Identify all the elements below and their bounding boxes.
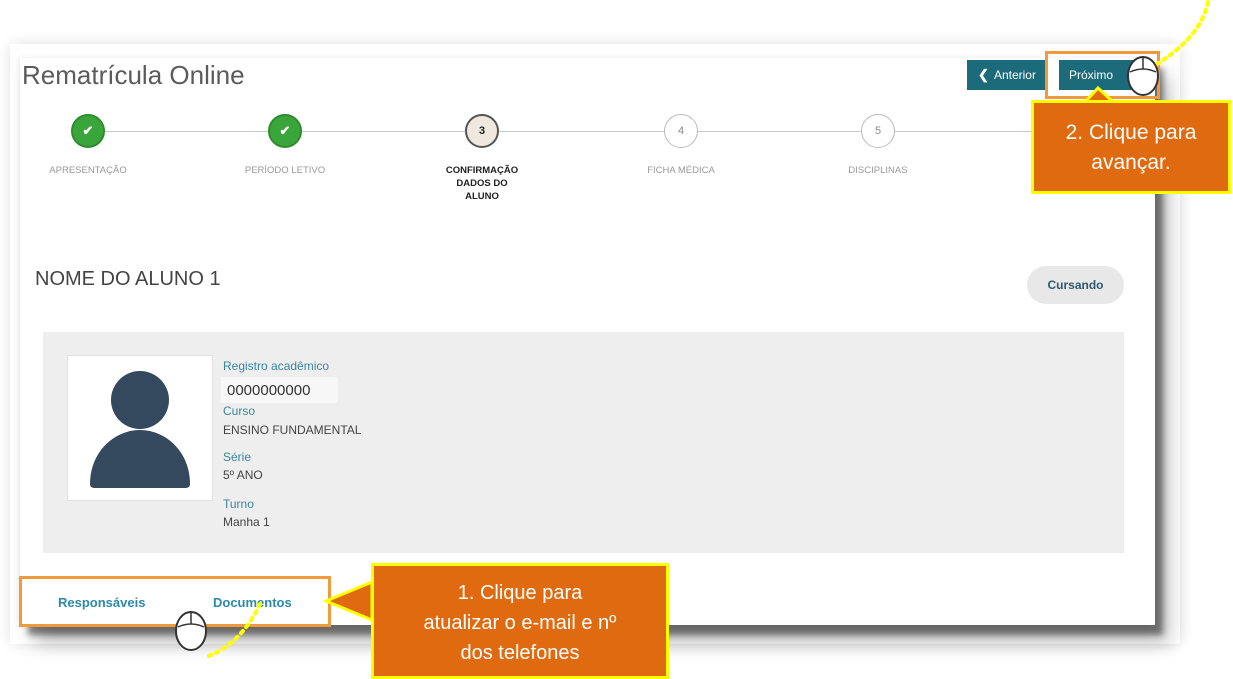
step-label-confirmacao: CONFIRMAÇÃO DADOS DO ALUNO	[445, 165, 519, 202]
grade-value: 5º ANO	[223, 468, 263, 482]
step-number: 4	[677, 125, 685, 137]
step-label-ficha-medica: FICHA MÉDICA	[647, 165, 715, 176]
next-button-label: Próximo	[1069, 68, 1114, 82]
step-1-done[interactable]: ✔	[71, 114, 105, 148]
shift-value: Manha 1	[223, 515, 270, 529]
callout-1-line-2: atualizar o e-mail e nº	[423, 612, 617, 634]
stepper-line	[105, 131, 268, 132]
step-label-disciplinas: DISCIPLINAS	[848, 165, 908, 176]
step-2-done[interactable]: ✔	[268, 114, 302, 148]
grade-label: Série	[223, 450, 252, 464]
callout-2-line-2: avançar.	[1091, 151, 1171, 174]
callout-1-pointer	[324, 580, 374, 623]
app-title: Rematrícula Online	[22, 60, 245, 90]
callout-1-line-3: dos telefones	[460, 642, 580, 664]
callout-2-line-1: 2. Clique para	[1065, 121, 1197, 144]
callout-update-contacts: 1. Clique para atualizar o e-mail e nº d…	[371, 563, 669, 679]
step-label-apresentacao: APRESENTAÇÃO	[49, 165, 127, 176]
mouse-icon	[1127, 56, 1159, 96]
stepper-line	[698, 131, 861, 132]
previous-button-label: Anterior	[993, 68, 1036, 82]
dotted-trail-decoration	[207, 602, 262, 658]
step-label-periodo-letivo: PERÍODO LETIVO	[244, 165, 326, 176]
stepper-line	[499, 131, 664, 132]
course-label: Curso	[223, 404, 256, 418]
shift-label: Turno	[223, 497, 254, 511]
callout-advance: 2. Clique para avançar.	[1031, 100, 1231, 194]
previous-button[interactable]: ❮ Anterior	[967, 60, 1047, 90]
callout-1-line-1: 1. Clique para	[457, 582, 583, 604]
chevron-left-icon: ❮	[978, 67, 989, 82]
step-5-pending[interactable]: 5	[861, 114, 895, 148]
user-silhouette-icon	[90, 371, 190, 488]
step-number: 5	[874, 125, 882, 137]
tab-responsaveis[interactable]: Responsáveis	[58, 595, 145, 610]
step-number: 3	[478, 125, 486, 137]
student-name: NOME DO ALUNO 1	[35, 268, 221, 290]
status-badge: Cursando	[1027, 266, 1124, 304]
step-4-pending[interactable]: 4	[664, 114, 698, 148]
ra-label: Registro acadêmico	[223, 359, 330, 373]
step-3-current[interactable]: 3	[465, 114, 499, 148]
check-icon: ✔	[279, 123, 291, 138]
course-value: ENSINO FUNDAMENTAL	[223, 423, 362, 437]
stepper-line	[895, 131, 1035, 132]
avatar	[67, 355, 213, 501]
ra-value: 0000000000	[221, 377, 338, 403]
stepper-line	[302, 131, 465, 132]
mouse-icon	[175, 611, 207, 651]
check-icon: ✔	[82, 123, 94, 138]
